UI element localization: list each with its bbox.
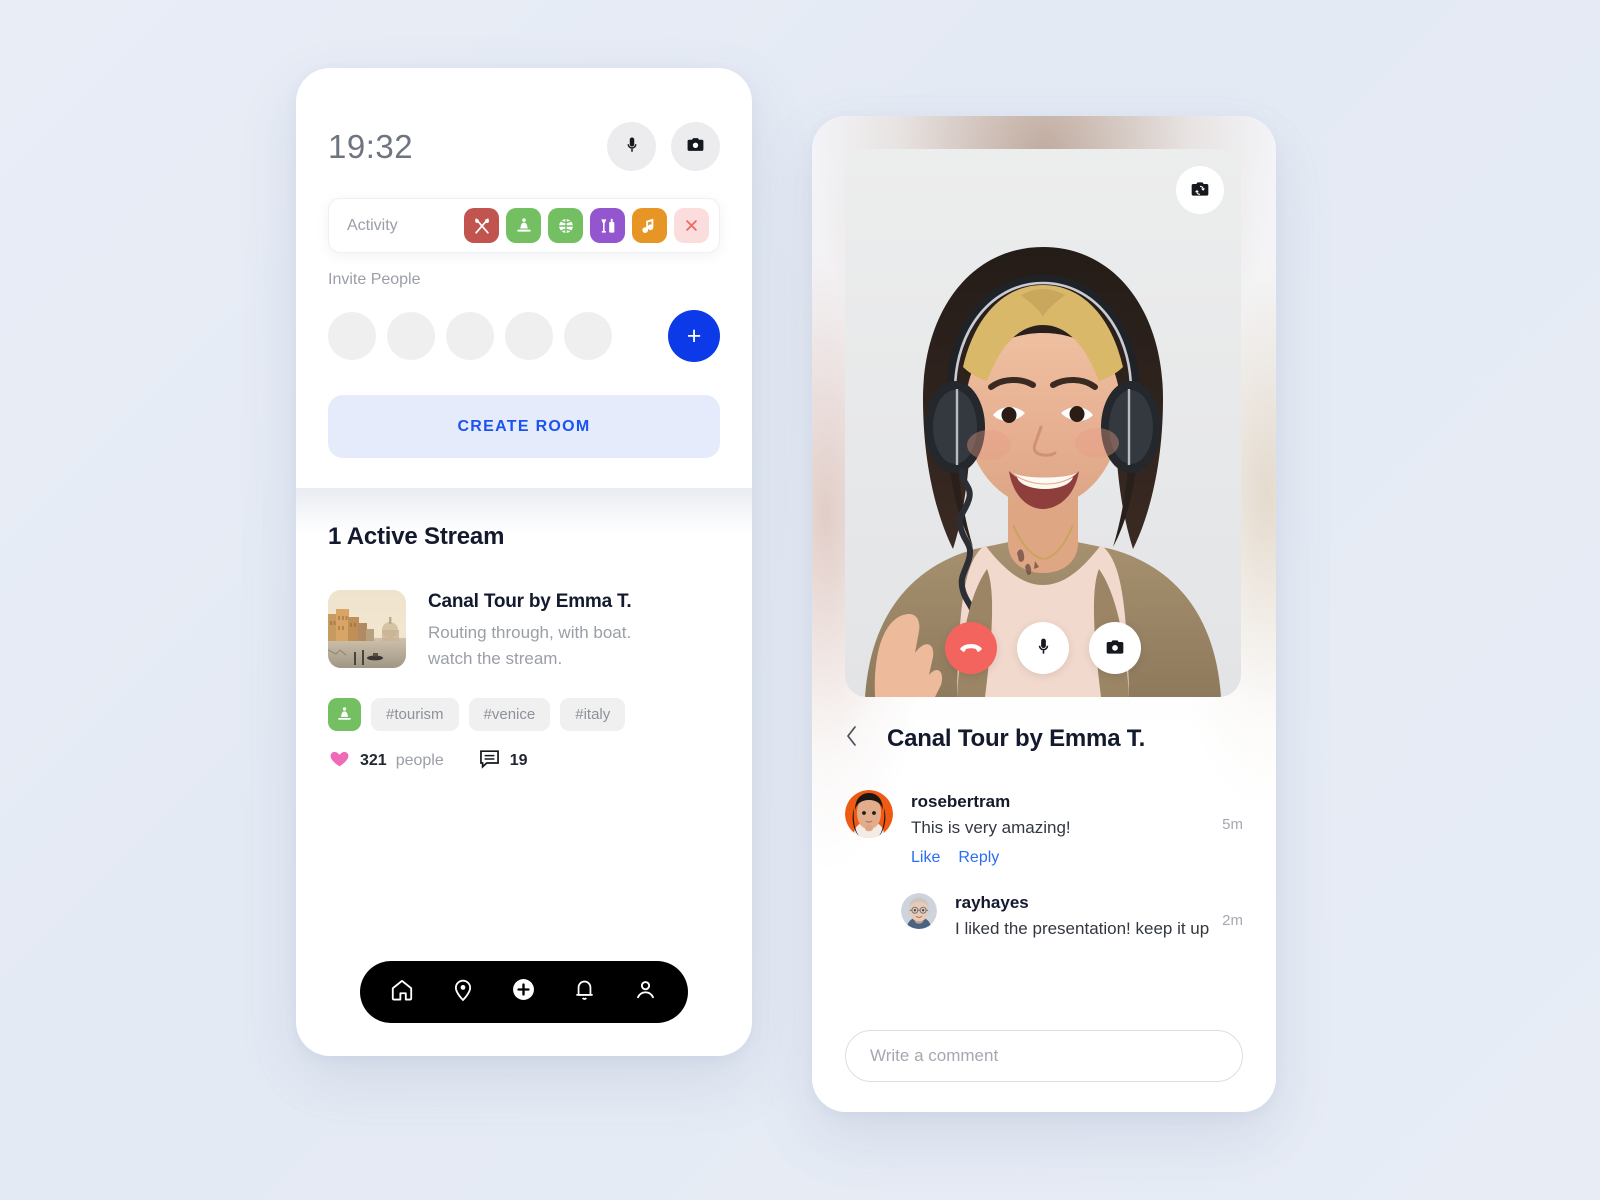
- mic-button[interactable]: [607, 121, 656, 171]
- stream-category-icon: [328, 698, 361, 731]
- video-call-view: [845, 149, 1241, 697]
- video-subject-photo: [845, 149, 1241, 697]
- invite-slot[interactable]: [505, 312, 553, 360]
- activity-selector[interactable]: Activity: [328, 198, 720, 253]
- bell-icon: [572, 977, 597, 1007]
- nav-explore[interactable]: [443, 972, 483, 1012]
- stream-description: Routing through, with boat. watch the st…: [428, 620, 631, 673]
- activity-option-food[interactable]: [464, 208, 499, 243]
- call-controls: [845, 622, 1241, 674]
- stream-tags: #tourism #venice #italy: [328, 698, 626, 731]
- location-pin-icon: [450, 977, 476, 1008]
- status-actions: [607, 121, 720, 171]
- left-phone-screen: 19:32 Activity Invite People + CREATE RO…: [296, 68, 752, 1056]
- reply-link[interactable]: Reply: [958, 849, 999, 867]
- comment-username[interactable]: rayhayes: [955, 893, 1243, 913]
- invite-people-row: +: [328, 308, 720, 364]
- invite-slot[interactable]: [564, 312, 612, 360]
- hang-up-icon: [959, 635, 983, 662]
- activity-label: Activity: [347, 216, 398, 234]
- activity-options: [464, 208, 709, 243]
- avatar: [845, 790, 893, 838]
- stream-stats: 321 people 19: [328, 748, 528, 774]
- stream-thumbnail: [328, 590, 406, 668]
- avatar: [901, 893, 937, 929]
- detail-title: Canal Tour by Emma T.: [887, 724, 1146, 752]
- likes-count: 321: [360, 752, 387, 769]
- stream-description-line2: watch the stream.: [428, 649, 563, 669]
- microphone-icon: [623, 136, 641, 157]
- tag-italy[interactable]: #italy: [560, 698, 626, 731]
- tag-tourism[interactable]: #tourism: [371, 698, 459, 731]
- activity-option-music[interactable]: [632, 208, 667, 243]
- comment-timestamp: 2m: [1222, 912, 1243, 929]
- right-phone-screen: Canal Tour by Emma T. rosebertram This i…: [812, 116, 1276, 1112]
- camera-button[interactable]: [671, 121, 720, 171]
- stream-card[interactable]: Canal Tour by Emma T. Routing through, w…: [328, 590, 720, 673]
- activity-clear-button[interactable]: [674, 208, 709, 243]
- stream-description-line1: Routing through, with boat.: [428, 623, 632, 642]
- activity-option-yoga[interactable]: [506, 208, 541, 243]
- bottom-navigation: [360, 961, 688, 1023]
- stream-title: Canal Tour by Emma T.: [428, 591, 632, 612]
- invite-slot[interactable]: [387, 312, 435, 360]
- person-icon: [633, 977, 658, 1007]
- nav-notifications[interactable]: [565, 972, 605, 1012]
- comment-item: rayhayes I liked the presentation! keep …: [901, 893, 1243, 939]
- detail-header: Canal Tour by Emma T.: [845, 724, 1243, 753]
- invite-people-label: Invite People: [328, 271, 421, 288]
- add-person-button[interactable]: +: [668, 310, 720, 362]
- create-room-button[interactable]: CREATE ROOM: [328, 395, 720, 458]
- camera-icon: [1105, 637, 1125, 660]
- nav-profile[interactable]: [626, 972, 666, 1012]
- comment-actions: Like Reply: [911, 849, 1243, 867]
- comment-text: I liked the presentation! keep it up: [955, 919, 1210, 938]
- activity-option-sports[interactable]: [548, 208, 583, 243]
- chevron-left-icon: [845, 724, 859, 753]
- nav-create[interactable]: [504, 972, 544, 1012]
- comment-input[interactable]: [845, 1030, 1243, 1082]
- comments-count: 19: [509, 752, 528, 769]
- likes-unit: people: [395, 752, 444, 769]
- invite-slot[interactable]: [328, 312, 376, 360]
- microphone-icon: [1034, 637, 1053, 659]
- invite-slot[interactable]: [446, 312, 494, 360]
- clock: 19:32: [328, 127, 414, 165]
- heart-icon: [328, 748, 351, 774]
- comment-bubble-icon: [478, 749, 501, 774]
- tag-venice[interactable]: #venice: [468, 698, 551, 731]
- comments-list: rosebertram This is very amazing! Like R…: [845, 790, 1243, 939]
- end-call-button[interactable]: [945, 622, 997, 674]
- like-link[interactable]: Like: [911, 849, 940, 867]
- comments-stat[interactable]: 19: [478, 749, 528, 774]
- status-bar: 19:32: [328, 118, 720, 174]
- activity-option-drinks[interactable]: [590, 208, 625, 243]
- camera-icon: [686, 135, 705, 157]
- comment-text: This is very amazing!: [911, 818, 1071, 837]
- home-icon: [389, 977, 415, 1008]
- mute-button[interactable]: [1017, 622, 1069, 674]
- comment-username[interactable]: rosebertram: [911, 792, 1243, 812]
- plus-circle-icon: [510, 976, 537, 1008]
- camera-switch-button[interactable]: [1176, 166, 1224, 214]
- camera-switch-icon: [1190, 179, 1210, 202]
- back-button[interactable]: [845, 724, 859, 753]
- likes-stat[interactable]: 321 people: [328, 748, 444, 774]
- comment-item: rosebertram This is very amazing! Like R…: [845, 790, 1243, 867]
- comment-timestamp: 5m: [1222, 816, 1243, 833]
- snapshot-button[interactable]: [1089, 622, 1141, 674]
- nav-home[interactable]: [382, 972, 422, 1012]
- active-streams-heading: 1 Active Stream: [328, 523, 505, 550]
